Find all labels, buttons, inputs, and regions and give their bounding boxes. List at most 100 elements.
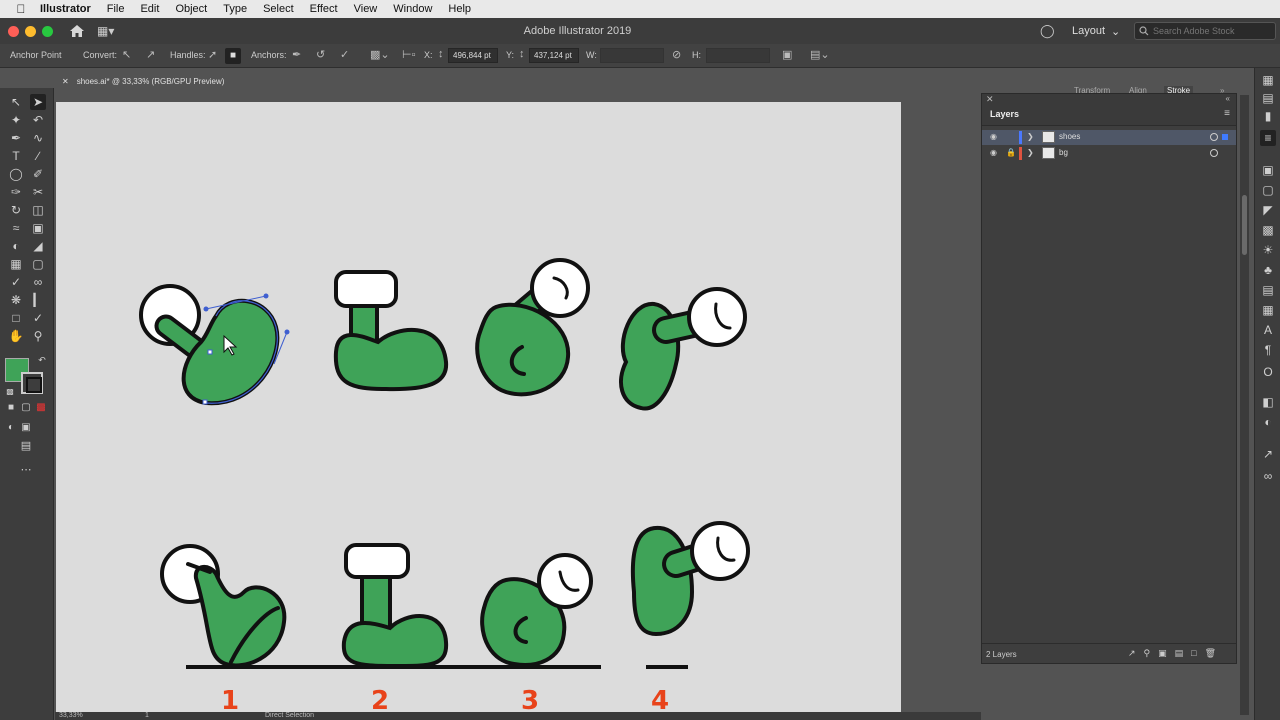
hand-tool-icon[interactable]: ✋ xyxy=(8,328,24,344)
magic-wand-tool-icon[interactable]: ✦ xyxy=(8,112,24,128)
w-field[interactable] xyxy=(600,48,664,63)
blend-tool-icon[interactable]: ∞ xyxy=(30,274,46,290)
x-field[interactable]: 496,844 pt xyxy=(448,48,498,63)
menu-edit[interactable]: Edit xyxy=(132,3,167,15)
isolate-icon[interactable]: ▣ xyxy=(782,48,792,61)
visibility-eye-icon[interactable]: ◉ xyxy=(990,132,997,141)
selection-indicator[interactable] xyxy=(1222,134,1228,140)
rotate-tool-icon[interactable]: ↻ xyxy=(8,202,24,218)
target-circle-icon[interactable] xyxy=(1210,133,1218,141)
panel-scrollbar[interactable] xyxy=(1240,95,1249,715)
character-icon[interactable]: A xyxy=(1260,322,1276,338)
minimize-window-button[interactable] xyxy=(25,25,36,37)
screen-mode-icon[interactable]: ▤ xyxy=(18,438,34,454)
artwork-canvas[interactable]: 1 2 3 4 xyxy=(56,102,901,712)
scissors-tool-icon[interactable]: ✂ xyxy=(30,184,46,200)
symbols-icon[interactable]: ♣ xyxy=(1260,262,1276,278)
layers-icon[interactable]: ≡ xyxy=(1260,130,1276,146)
default-colors-icon[interactable]: ▩ xyxy=(2,384,18,400)
menu-select[interactable]: Select xyxy=(255,3,302,15)
artboard-tool-icon[interactable]: □ xyxy=(8,310,24,326)
zoom-window-button[interactable] xyxy=(42,25,53,37)
document-tab[interactable]: ✕ shoes.ai* @ 33,33% (RGB/GPU Preview) xyxy=(56,71,236,91)
target-circle-icon[interactable] xyxy=(1210,149,1218,157)
panel-menu-icon[interactable]: ≡ xyxy=(1224,108,1230,119)
shoe-top-4[interactable] xyxy=(619,287,747,411)
draw-behind-icon[interactable]: ▣ xyxy=(18,420,34,436)
opentype-icon[interactable]: O xyxy=(1260,364,1276,380)
align-anchors-icon[interactable]: ▩⌄ xyxy=(370,48,390,61)
shoe-bottom-3[interactable] xyxy=(480,553,593,667)
none-mode-icon[interactable]: ▩ xyxy=(33,400,49,416)
color-guide-icon[interactable]: ◤ xyxy=(1260,202,1276,218)
visibility-eye-icon[interactable]: ◉ xyxy=(990,148,997,157)
stroke-color-swatch[interactable] xyxy=(21,372,43,394)
links-icon[interactable]: ∞ xyxy=(1260,468,1276,484)
graph-tool-icon[interactable]: ▎ xyxy=(30,292,46,308)
asset-export-icon[interactable]: ↗ xyxy=(1260,446,1276,462)
arrange-documents-icon[interactable]: ▦▾ xyxy=(97,24,114,38)
trash-icon[interactable]: 🗑 xyxy=(1205,648,1216,659)
close-window-button[interactable] xyxy=(8,25,19,37)
menu-file[interactable]: File xyxy=(99,3,133,15)
shoe-bottom-1[interactable] xyxy=(160,544,287,668)
expand-chevron-icon[interactable]: ❯ xyxy=(1027,148,1034,157)
new-sublayer-icon[interactable]: ▤ xyxy=(1175,648,1184,659)
paintbrush-tool-icon[interactable]: ✐ xyxy=(30,166,46,182)
export-icon[interactable]: ↗ xyxy=(1128,648,1136,659)
appearance-icon[interactable]: ▦ xyxy=(1260,302,1276,318)
pathfinder-icon[interactable]: ◧ xyxy=(1260,394,1276,410)
mesh-tool-icon[interactable]: ▦ xyxy=(8,256,24,272)
curvature-tool-icon[interactable]: ∿ xyxy=(30,130,46,146)
convert-smooth-icon[interactable]: ↗ xyxy=(146,48,155,61)
locate-object-icon[interactable]: ⚲ xyxy=(1144,648,1151,659)
gradient-tool-icon[interactable]: ▢ xyxy=(30,256,46,272)
menu-help[interactable]: Help xyxy=(440,3,479,15)
perspective-grid-tool-icon[interactable]: ◢ xyxy=(30,238,46,254)
properties-icon[interactable]: ▦ xyxy=(1260,72,1276,88)
swatches-icon[interactable]: ▩ xyxy=(1260,222,1276,238)
convert-corner-icon[interactable]: ↖ xyxy=(122,48,131,61)
scale-tool-icon[interactable]: ◫ xyxy=(30,202,46,218)
menu-window[interactable]: Window xyxy=(385,3,440,15)
close-tab-icon[interactable]: ✕ xyxy=(62,77,69,86)
line-tool-icon[interactable]: ∕ xyxy=(30,148,46,164)
hide-handles-icon[interactable]: ■ xyxy=(225,48,241,64)
layers-panel-title[interactable]: Layers xyxy=(990,109,1019,119)
menu-app-name[interactable]: Illustrator xyxy=(32,3,99,15)
lightbulb-icon[interactable]: ◯ xyxy=(1040,23,1055,39)
more-tools-icon[interactable]: ⋯ xyxy=(18,462,34,478)
layer-row-bg[interactable]: ◉ 🔒 ❯ bg xyxy=(982,146,1236,161)
menu-object[interactable]: Object xyxy=(167,3,215,15)
brushes-icon[interactable]: ☀ xyxy=(1260,242,1276,258)
pen-tool-icon[interactable]: ✒ xyxy=(8,130,24,146)
more-options-icon[interactable]: ▤⌄ xyxy=(810,48,830,61)
shoe-top-3[interactable] xyxy=(475,258,590,397)
slice-tool-icon[interactable]: ✓ xyxy=(30,310,46,326)
stock-search-input[interactable] xyxy=(1153,26,1273,36)
libraries-icon[interactable]: ▤ xyxy=(1260,90,1276,106)
collapse-panel-icon[interactable]: « xyxy=(1226,94,1230,103)
shoe-top-1[interactable] xyxy=(139,284,290,406)
selection-tool-icon[interactable]: ↖ xyxy=(8,94,24,110)
shoe-bottom-2[interactable] xyxy=(341,543,449,669)
color-mode-icon[interactable]: ■ xyxy=(3,400,19,416)
expand-chevron-icon[interactable]: ❯ xyxy=(1027,132,1034,141)
lock-icon[interactable]: 🔒 xyxy=(1006,148,1016,157)
width-tool-icon[interactable]: ≈ xyxy=(8,220,24,236)
transform-reference-icon[interactable]: ⊢▫ xyxy=(402,48,415,61)
type-tool-icon[interactable]: T xyxy=(8,148,24,164)
menu-view[interactable]: View xyxy=(346,3,386,15)
x-stepper-icon[interactable]: ↕ xyxy=(438,48,444,60)
home-icon[interactable] xyxy=(69,24,85,38)
zoom-tool-icon[interactable]: ⚲ xyxy=(30,328,46,344)
close-panel-icon[interactable]: ✕ xyxy=(986,94,994,105)
align-icon[interactable]: ▮ xyxy=(1260,108,1276,124)
eyedropper-tool-icon[interactable]: ✓ xyxy=(8,274,24,290)
paragraph-icon[interactable]: ¶ xyxy=(1260,342,1276,358)
link-icon[interactable]: ⊘ xyxy=(672,48,681,61)
shoe-bottom-4[interactable] xyxy=(630,521,750,637)
color-icon[interactable]: ▢ xyxy=(1260,182,1276,198)
show-handles-icon[interactable]: ➚ xyxy=(208,48,217,61)
new-layer-icon[interactable]: □ xyxy=(1191,648,1196,659)
